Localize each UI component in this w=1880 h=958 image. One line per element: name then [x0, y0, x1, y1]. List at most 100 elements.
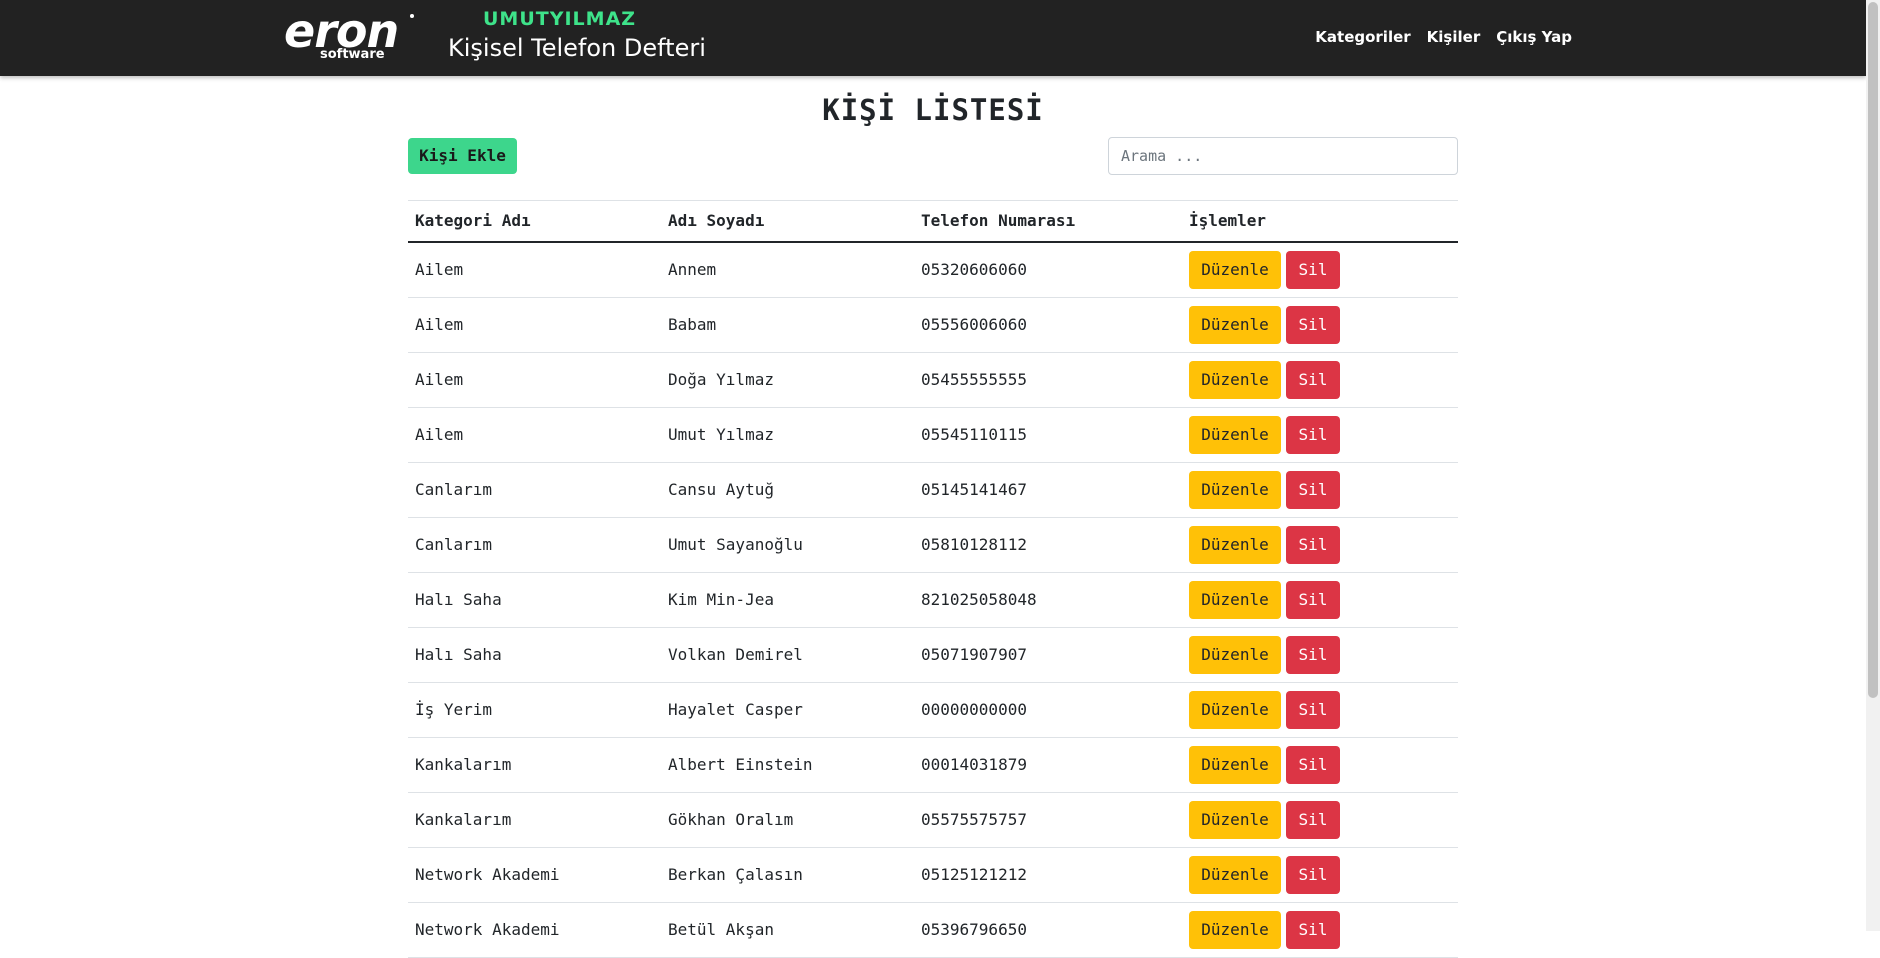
cell-category: İş Yerim	[408, 682, 661, 738]
cell-category: Ailem	[408, 242, 661, 298]
cell-phone: 05545110115	[914, 407, 1182, 463]
cell-actions: Düzenle Sil	[1182, 902, 1458, 958]
cell-actions: Düzenle Sil	[1182, 242, 1458, 298]
delete-button[interactable]: Sil	[1286, 855, 1340, 894]
cell-category: Ailem	[408, 297, 661, 353]
cell-actions: Düzenle Sil	[1182, 352, 1458, 408]
logo-sub: software	[320, 47, 385, 62]
eron-software-logo: eron software	[284, 8, 414, 66]
edit-button[interactable]: Düzenle	[1189, 690, 1281, 729]
search-input[interactable]	[1108, 136, 1458, 175]
delete-button[interactable]: Sil	[1286, 525, 1340, 564]
edit-button[interactable]: Düzenle	[1189, 635, 1281, 674]
brand-owner-name: UMUTYILMAZ	[483, 8, 637, 30]
cell-name: Albert Einstein	[661, 737, 914, 793]
cell-phone: 05071907907	[914, 627, 1182, 683]
cell-category: Network Akademi	[408, 902, 661, 958]
edit-button[interactable]: Düzenle	[1189, 250, 1281, 289]
edit-button[interactable]: Düzenle	[1189, 800, 1281, 839]
delete-button[interactable]: Sil	[1286, 470, 1340, 509]
delete-button[interactable]: Sil	[1286, 250, 1340, 289]
cell-name: Betül Akşan	[661, 902, 914, 958]
nav-links: Kategoriler Kişiler Çıkış Yap	[1315, 28, 1572, 46]
delete-button[interactable]: Sil	[1286, 690, 1340, 729]
add-contact-button[interactable]: Kişi Ekle	[408, 137, 517, 174]
table-row: Ailem Doğa Yılmaz 05455555555 Düzenle Sil	[408, 352, 1458, 408]
delete-button[interactable]: Sil	[1286, 415, 1340, 454]
table-header-row: Kategori Adı Adı Soyadı Telefon Numarası…	[408, 199, 1458, 244]
edit-button[interactable]: Düzenle	[1189, 745, 1281, 784]
table-body: Ailem Annem 05320606060 Düzenle Sil Ailem Baba…	[408, 242, 1458, 958]
cell-category: Kankalarım	[408, 792, 661, 848]
main-content: KİŞİ LİSTESİ Kişi Ekle Kategori Adı Adı …	[408, 76, 1458, 958]
cell-actions: Düzenle Sil	[1182, 572, 1458, 628]
cell-category: Ailem	[408, 407, 661, 463]
edit-button[interactable]: Düzenle	[1189, 910, 1281, 949]
cell-phone: 05145141467	[914, 462, 1182, 518]
cell-name: Cansu Aytuğ	[661, 462, 914, 518]
cell-actions: Düzenle Sil	[1182, 847, 1458, 903]
cell-actions: Düzenle Sil	[1182, 517, 1458, 573]
table-row: Ailem Babam 05556006060 Düzenle Sil	[408, 297, 1458, 353]
cell-name: Babam	[661, 297, 914, 353]
brand[interactable]: eron software UMUTYILMAZ Kişisel Telefon…	[284, 8, 706, 66]
header-name: Adı Soyadı	[661, 199, 914, 244]
cell-name: Umut Sayanoğlu	[661, 517, 914, 573]
table-row: Network Akademi Betül Akşan 05396796650 Düz…	[408, 902, 1458, 958]
cell-category: Network Akademi	[408, 847, 661, 903]
header-phone: Telefon Numarası	[914, 199, 1182, 244]
page-scrollbar[interactable]	[1866, 0, 1880, 931]
nav-link-kategoriler[interactable]: Kategoriler	[1315, 28, 1410, 46]
cell-phone: 05455555555	[914, 352, 1182, 408]
edit-button[interactable]: Düzenle	[1189, 580, 1281, 619]
cell-phone: 00014031879	[914, 737, 1182, 793]
logo-dot-icon	[410, 14, 414, 18]
table-row: Halı Saha Kim Min-Jea 821025058048 Düzenle S…	[408, 572, 1458, 628]
edit-button[interactable]: Düzenle	[1189, 305, 1281, 344]
cell-name: Umut Yılmaz	[661, 407, 914, 463]
nav-link-kisiler[interactable]: Kişiler	[1427, 28, 1481, 46]
cell-category: Halı Saha	[408, 572, 661, 628]
brand-tagline: UMUTYILMAZ Kişisel Telefon Defteri	[448, 8, 706, 66]
delete-button[interactable]: Sil	[1286, 305, 1340, 344]
cell-phone: 821025058048	[914, 572, 1182, 628]
edit-button[interactable]: Düzenle	[1189, 525, 1281, 564]
cell-actions: Düzenle Sil	[1182, 737, 1458, 793]
cell-name: Berkan Çalasın	[661, 847, 914, 903]
table-row: Halı Saha Volkan Demirel 05071907907 Düzenl…	[408, 627, 1458, 683]
cell-category: Kankalarım	[408, 737, 661, 793]
delete-button[interactable]: Sil	[1286, 745, 1340, 784]
page-title: KİŞİ LİSTESİ	[822, 93, 1044, 127]
table-row: Canlarım Cansu Aytuğ 05145141467 Düzenle Sil	[408, 462, 1458, 518]
cell-phone: 05125121212	[914, 847, 1182, 903]
header-category: Kategori Adı	[408, 199, 661, 244]
cell-category: Halı Saha	[408, 627, 661, 683]
cell-name: Doğa Yılmaz	[661, 352, 914, 408]
edit-button[interactable]: Düzenle	[1189, 470, 1281, 509]
toolbar: Kişi Ekle	[408, 136, 1458, 182]
cell-phone: 05320606060	[914, 242, 1182, 298]
edit-button[interactable]: Düzenle	[1189, 855, 1281, 894]
delete-button[interactable]: Sil	[1286, 635, 1340, 674]
scrollbar-thumb[interactable]	[1868, 2, 1878, 698]
table-row: Network Akademi Berkan Çalasın 05125121212…	[408, 847, 1458, 903]
table-row: Kankalarım Gökhan Oralım 05575575757 Düzenl…	[408, 792, 1458, 848]
delete-button[interactable]: Sil	[1286, 800, 1340, 839]
cell-actions: Düzenle Sil	[1182, 462, 1458, 518]
brand-app-title: Kişisel Telefon Defteri	[448, 34, 706, 62]
cell-category: Ailem	[408, 352, 661, 408]
nav-link-cikis-yap[interactable]: Çıkış Yap	[1496, 28, 1572, 46]
cell-category: Canlarım	[408, 517, 661, 573]
edit-button[interactable]: Düzenle	[1189, 415, 1281, 454]
cell-phone: 05810128112	[914, 517, 1182, 573]
cell-name: Volkan Demirel	[661, 627, 914, 683]
table-row: Canlarım Umut Sayanoğlu 05810128112 Düzenle…	[408, 517, 1458, 573]
delete-button[interactable]: Sil	[1286, 910, 1340, 949]
delete-button[interactable]: Sil	[1286, 360, 1340, 399]
cell-name: Annem	[661, 242, 914, 298]
header-actions: İşlemler	[1182, 199, 1458, 244]
edit-button[interactable]: Düzenle	[1189, 360, 1281, 399]
table-row: Ailem Umut Yılmaz 05545110115 Düzenle Sil	[408, 407, 1458, 463]
delete-button[interactable]: Sil	[1286, 580, 1340, 619]
cell-actions: Düzenle Sil	[1182, 792, 1458, 848]
